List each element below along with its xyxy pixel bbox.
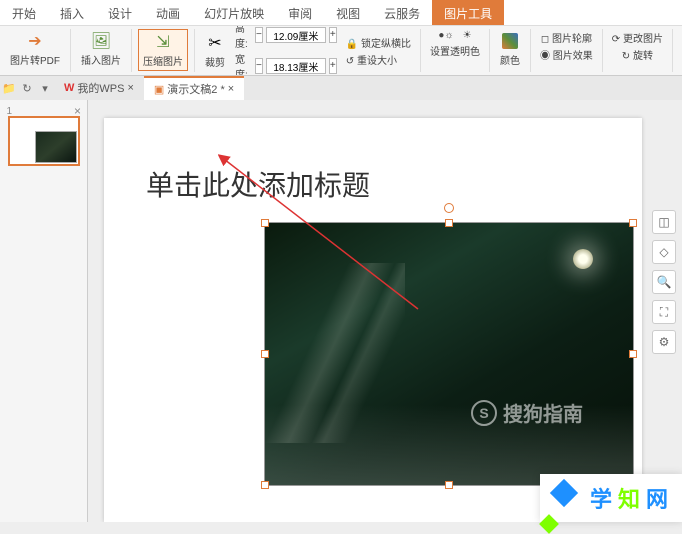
side-ai-button[interactable]: ◇ bbox=[652, 240, 676, 264]
tab-view[interactable]: 视图 bbox=[324, 0, 372, 25]
resize-handle-b[interactable] bbox=[445, 481, 453, 489]
compress-pic-button[interactable]: ⇲ 压缩图片 bbox=[138, 29, 188, 71]
insert-pic-button[interactable]: 🖼 插入图片 bbox=[77, 29, 125, 69]
close-tab-icon[interactable]: × bbox=[127, 82, 133, 94]
change-pic-button[interactable]: ⟳ 更改图片 bbox=[609, 29, 666, 46]
height-inc[interactable]: + bbox=[329, 27, 337, 43]
wps-logo-icon: W bbox=[64, 82, 74, 94]
crop-button[interactable]: ✂ 裁剪 bbox=[201, 31, 229, 71]
outline-button[interactable]: ◻ 图片轮廓 bbox=[538, 29, 595, 46]
height-input[interactable] bbox=[266, 27, 326, 43]
compress-icon: ⇲ bbox=[153, 32, 173, 52]
tab-cloud[interactable]: 云服务 bbox=[372, 0, 432, 25]
crop-icon: ✂ bbox=[205, 33, 225, 53]
thumb-pic-preview bbox=[35, 131, 77, 163]
tab-slideshow[interactable]: 幻灯片放映 bbox=[192, 0, 276, 25]
qat-more-button[interactable]: ▾ bbox=[36, 79, 54, 97]
width-label: 宽度: bbox=[235, 51, 252, 76]
canvas-area: 单击此处添加标题 S搜狗指南 ◫ ◇ bbox=[88, 100, 682, 522]
color-button[interactable]: 颜色 bbox=[496, 29, 524, 69]
moon-glow bbox=[573, 249, 593, 269]
slide-thumbnail-1[interactable]: 1 bbox=[8, 116, 80, 166]
tab-insert[interactable]: 插入 bbox=[48, 0, 96, 25]
rotate-handle[interactable] bbox=[444, 203, 454, 213]
side-expand-button[interactable]: ⛶ bbox=[652, 300, 676, 324]
side-tools: ◫ ◇ 🔍 ⛶ ⚙ bbox=[652, 210, 676, 354]
picture-icon: 🖼 bbox=[91, 31, 111, 51]
doc-tab-current[interactable]: ▣演示文稿2 *× bbox=[144, 76, 244, 100]
ribbon-tabs: 开始 插入 设计 动画 幻灯片放映 审阅 视图 云服务 图片工具 bbox=[0, 0, 682, 26]
sogou-watermark: S搜狗指南 bbox=[471, 398, 583, 427]
effect-button[interactable]: ◉ 图片效果 bbox=[537, 46, 596, 63]
pdf-button[interactable]: ➔ 图片转PDF bbox=[6, 29, 64, 69]
rotate-button[interactable]: ↻ 旋转 bbox=[619, 46, 656, 63]
reset-size-button[interactable]: ↺ 重设大小 bbox=[343, 51, 414, 68]
height-label: 高度: bbox=[235, 26, 252, 50]
resize-handle-r[interactable] bbox=[629, 350, 637, 358]
selected-picture[interactable]: S搜狗指南 bbox=[264, 222, 634, 486]
slide[interactable]: 单击此处添加标题 S搜狗指南 bbox=[104, 118, 642, 522]
transparent-color-button[interactable]: 设置透明色 bbox=[427, 42, 483, 59]
toolbar: ➔ 图片转PDF 🖼 插入图片 ⇲ 压缩图片 ✂ 裁剪 高度: − + 宽 bbox=[0, 26, 682, 76]
resize-handle-bl[interactable] bbox=[261, 481, 269, 489]
width-input[interactable] bbox=[266, 58, 326, 74]
palette-icon bbox=[500, 31, 520, 51]
side-settings-button[interactable]: ⚙ bbox=[652, 330, 676, 354]
tab-review[interactable]: 审阅 bbox=[276, 0, 324, 25]
tab-home[interactable]: 开始 bbox=[0, 0, 48, 25]
close-tab-icon[interactable]: × bbox=[228, 83, 234, 95]
workspace: × 1 单击此处添加标题 S搜狗指南 bbox=[0, 100, 682, 522]
qat-file-button[interactable]: 📁 bbox=[0, 79, 18, 97]
width-dec[interactable]: − bbox=[255, 58, 263, 74]
pdf-icon: ➔ bbox=[25, 31, 45, 51]
ppt-icon: ▣ bbox=[154, 83, 164, 96]
title-placeholder[interactable]: 单击此处添加标题 bbox=[146, 164, 370, 204]
resize-handle-tr[interactable] bbox=[629, 219, 637, 227]
xuezhi-watermark: 学知网 bbox=[540, 474, 682, 522]
lock-ratio-button[interactable]: 🔒 锁定纵横比 bbox=[343, 34, 414, 51]
tab-animate[interactable]: 动画 bbox=[144, 0, 192, 25]
resize-handle-tl[interactable] bbox=[261, 219, 269, 227]
tab-picture-tools[interactable]: 图片工具 bbox=[432, 0, 504, 25]
doc-tabs: 📁 ↻ ▾ W我的WPS× ▣演示文稿2 *× bbox=[0, 76, 682, 100]
side-search-button[interactable]: 🔍 bbox=[652, 270, 676, 294]
resize-handle-t[interactable] bbox=[445, 219, 453, 227]
doc-tab-wps[interactable]: W我的WPS× bbox=[54, 77, 144, 99]
height-dec[interactable]: − bbox=[255, 27, 263, 43]
thumbnail-panel: × 1 bbox=[0, 100, 88, 522]
brightness-button[interactable]: ☀ bbox=[460, 29, 475, 42]
contrast-button[interactable]: ●☼ bbox=[435, 29, 456, 42]
side-layer-button[interactable]: ◫ bbox=[652, 210, 676, 234]
qat-refresh-button[interactable]: ↻ bbox=[18, 79, 36, 97]
tab-design[interactable]: 设计 bbox=[96, 0, 144, 25]
resize-handle-l[interactable] bbox=[261, 350, 269, 358]
width-inc[interactable]: + bbox=[329, 58, 337, 74]
